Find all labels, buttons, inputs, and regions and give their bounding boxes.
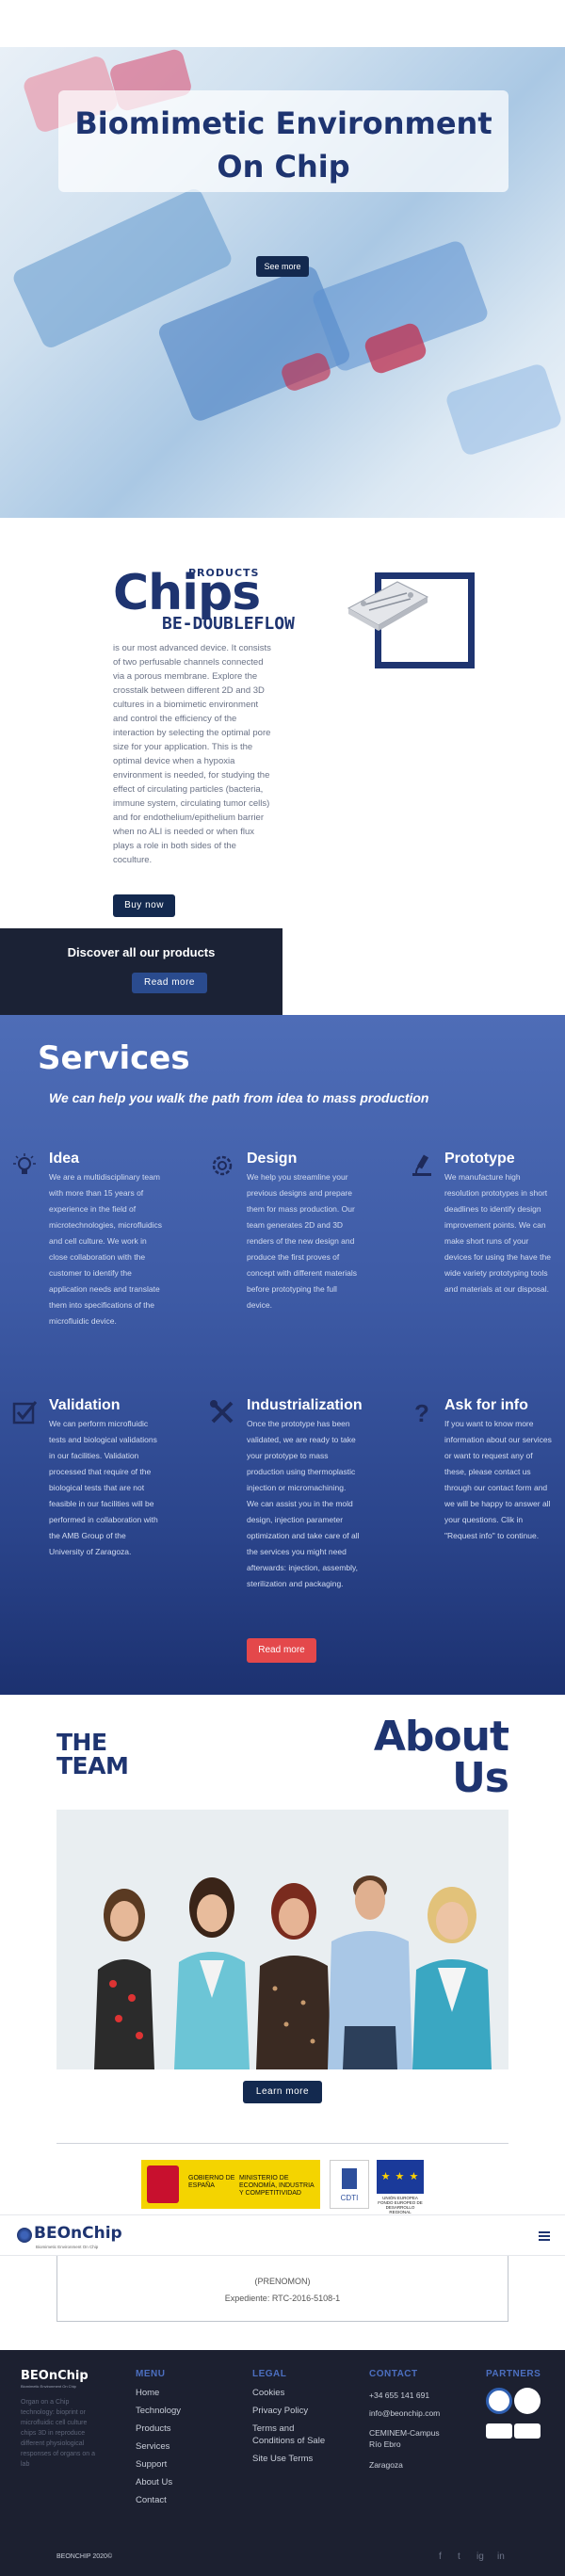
footer-link-terms[interactable]: Terms and <box>252 2423 294 2435</box>
cdti-logo: CDTI <box>330 2160 369 2209</box>
service-text-industrialization: Once the prototype has been validated, w… <box>247 1419 360 1588</box>
partner-fsa-badge-icon <box>514 2388 541 2414</box>
team-photo-people <box>56 1810 508 2069</box>
see-more-button[interactable]: See more <box>256 256 309 277</box>
footer-address-3: Zaragoza <box>369 2460 403 2470</box>
footer-logo[interactable]: BEOnChip <box>21 2369 89 2383</box>
beonchip-logo-icon[interactable] <box>17 2228 32 2243</box>
team-heading-the: THE <box>56 1729 107 1756</box>
footer-link-privacy[interactable]: Privacy Policy <box>252 2405 308 2417</box>
footer-partners-title: PARTNERS <box>486 2369 541 2379</box>
about-us-heading: About Us <box>348 1713 509 1802</box>
site-logo-tagline: Biomimetic Environment On Chip <box>36 2245 99 2249</box>
team-heading-team: TEAM <box>56 1752 129 1779</box>
product-description: is our most advanced device. It consists… <box>113 643 271 865</box>
service-title-prototype: Prototype <box>444 1151 515 1167</box>
cdti-text: CDTI <box>341 2194 359 2202</box>
service-text-design: We help you streamline your previous des… <box>247 1172 358 1310</box>
about-heading-line2: Us <box>452 1754 509 1802</box>
partner-logo-icon <box>486 2423 512 2439</box>
footer-link-support[interactable]: Support <box>136 2458 167 2471</box>
footer-address-2: Río Ebro <box>369 2439 401 2449</box>
question-icon: ? <box>414 1399 429 1427</box>
learn-more-button[interactable]: Learn more <box>243 2081 322 2103</box>
footer-logo-tagline: Biomimetic Environment On Chip <box>21 2384 76 2389</box>
service-text-ask-info: If you want to know more information abo… <box>444 1419 552 1540</box>
service-title-design: Design <box>247 1151 298 1167</box>
footer-contact-title: CONTACT <box>369 2369 418 2379</box>
facebook-icon[interactable]: f <box>439 2552 442 2562</box>
footer-link-technology[interactable]: Technology <box>136 2405 181 2417</box>
partner-badge-icon <box>486 2388 512 2414</box>
footer-email[interactable]: info@beonchip.com <box>369 2407 440 2420</box>
service-text-idea: We are a multidisciplinary team with mor… <box>49 1172 162 1326</box>
hero-title-line1: Biomimetic Environment <box>74 105 492 141</box>
hero-title-line2: On Chip <box>217 149 350 185</box>
services-section <box>0 1015 565 1695</box>
service-title-industrialization: Industrialization <box>247 1397 363 1413</box>
footer-link-terms-cont[interactable]: Conditions of Sale <box>252 2435 325 2447</box>
service-text-prototype: We manufacture high resolution prototype… <box>444 1172 551 1294</box>
checkbox-icon <box>11 1399 38 1429</box>
footer-legal-title: LEGAL <box>252 2369 287 2379</box>
eu-flag-icon: ★ ★ ★ <box>377 2160 424 2194</box>
discover-title: Discover all our products <box>67 945 216 959</box>
twitter-icon[interactable]: t <box>458 2552 460 2562</box>
tools-icon <box>209 1399 235 1429</box>
service-title-ask-info: Ask for info <box>444 1397 528 1413</box>
spain-coat-of-arms-icon <box>147 2165 179 2203</box>
project-acronym: (PRENOMON) <box>254 2277 311 2286</box>
footer-link-contact[interactable]: Contact <box>136 2494 167 2506</box>
instagram-icon[interactable]: ig <box>476 2552 484 2562</box>
project-info-box <box>56 2256 508 2322</box>
footer-description: Organ on a Chip technology: bioprint or … <box>21 2399 95 2468</box>
services-read-more-button[interactable]: Read more <box>247 1638 316 1663</box>
footer-link-cookies[interactable]: Cookies <box>252 2387 284 2399</box>
partner-logo-icon <box>514 2423 541 2439</box>
footer-link-products[interactable]: Products <box>136 2423 171 2435</box>
service-title-idea: Idea <box>49 1151 80 1167</box>
about-heading-line1: About <box>373 1713 509 1761</box>
lightbulb-icon <box>11 1152 38 1183</box>
buy-now-button[interactable]: Buy now <box>113 894 175 917</box>
hamburger-menu-icon[interactable] <box>539 2231 550 2241</box>
footer-link-services[interactable]: Services <box>136 2440 170 2453</box>
footer-link-about[interactable]: About Us <box>136 2476 172 2488</box>
footer-menu-title: MENU <box>136 2369 166 2379</box>
chip-device-image <box>347 581 429 631</box>
product-name: BE-DOUBLEFLOW <box>162 614 295 634</box>
hero-chip <box>444 362 564 458</box>
hero-title: Biomimetic Environment On Chip <box>58 102 508 188</box>
service-text-validation: We can perform microfluidic tests and bi… <box>49 1419 158 1556</box>
team-photo <box>56 1810 508 2069</box>
design-gear-icon <box>209 1152 235 1183</box>
linkedin-icon[interactable]: in <box>497 2552 505 2562</box>
ministerio-label: MINISTERIO DE ECONOMÍA, INDUSTRIA Y COMP… <box>239 2175 315 2197</box>
footer-link-home[interactable]: Home <box>136 2387 159 2399</box>
discover-banner <box>0 928 282 1015</box>
project-expediente: Expediente: RTC-2016-5108-1 <box>224 2294 341 2303</box>
gobierno-label: GOBIERNO DE ESPAÑA <box>188 2175 235 2189</box>
services-subtitle: We can help you walk the path from idea … <box>49 1090 429 1105</box>
discover-read-more-button[interactable]: Read more <box>132 973 207 993</box>
footer-phone[interactable]: +34 655 141 691 <box>369 2390 429 2402</box>
products-label: PRODUCTS <box>188 567 260 579</box>
site-logo[interactable]: BEOnChip <box>34 2224 122 2243</box>
eu-fund-label: UNIÓN EUROPEA FONDO EUROPEO DE DESARROLL… <box>378 2196 423 2214</box>
services-title: Services <box>38 1039 190 1077</box>
top-bar <box>0 0 565 47</box>
footer-link-site-use[interactable]: Site Use Terms <box>252 2453 313 2465</box>
team-heading: THE TEAM <box>56 1729 129 1779</box>
copyright: BEONCHIP 2020© <box>56 2553 113 2560</box>
service-title-validation: Validation <box>49 1397 121 1413</box>
divider <box>56 2143 508 2144</box>
microscope-icon <box>409 1152 435 1183</box>
